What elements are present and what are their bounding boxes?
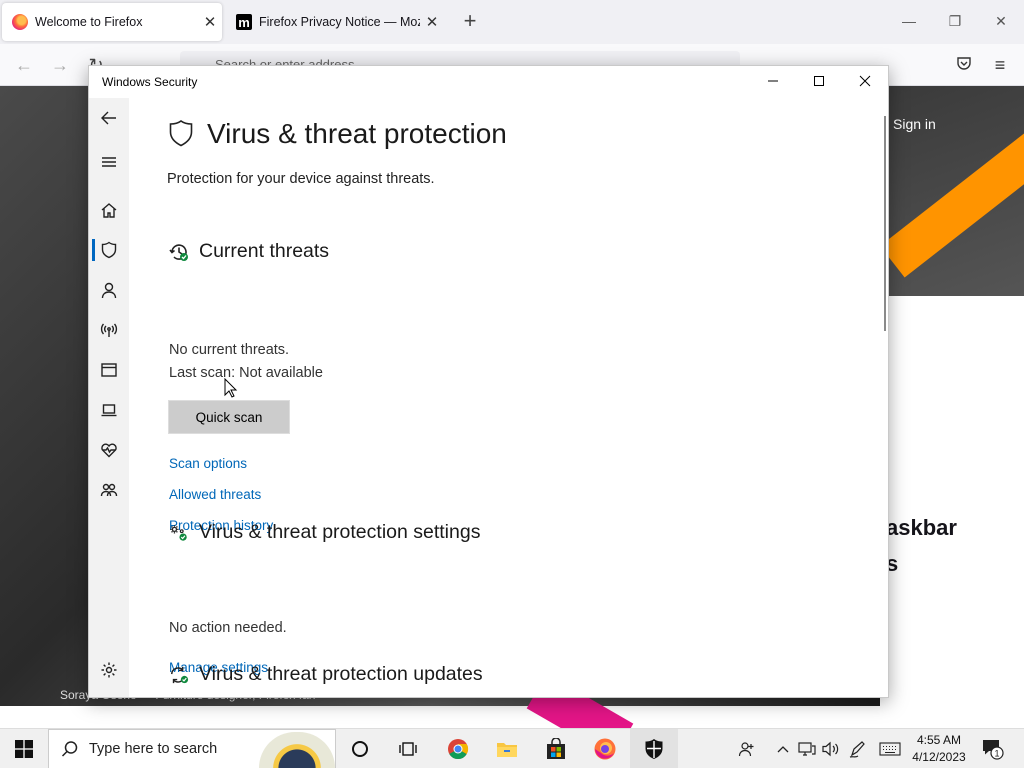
allowed-threats-link[interactable]: Allowed threats	[169, 487, 261, 502]
updates-header: Virus & threat protection updates	[169, 663, 483, 686]
shield-icon	[169, 119, 193, 147]
notification-count: 1	[994, 749, 999, 759]
taskbar: Type here to search 4:55 AM 4/12/2023 1	[0, 728, 1024, 768]
windows-security-window: Windows Security Virus & threat protecti…	[88, 65, 889, 698]
home-icon[interactable]	[89, 195, 129, 225]
mozilla-favicon-icon: m	[236, 14, 252, 30]
update-icon	[171, 666, 189, 683]
hero-headline-line: s	[886, 551, 899, 576]
navigation-sidebar	[89, 98, 129, 697]
back-icon[interactable]	[89, 103, 129, 133]
firefox-tab-bar: Welcome to Firefox ✕ m Firefox Privacy N…	[0, 0, 1024, 44]
clock-time: 4:55 AM	[916, 733, 962, 747]
settings-gears-icon	[170, 524, 187, 541]
start-button[interactable]	[0, 729, 48, 768]
tab-welcome-to-firefox[interactable]: Welcome to Firefox ✕	[2, 3, 222, 41]
close-window-icon[interactable]: ✕	[981, 8, 1021, 34]
family-icon[interactable]	[89, 475, 129, 505]
chevron-up-icon[interactable]	[773, 729, 793, 768]
minimize-icon[interactable]: —	[889, 8, 929, 34]
menu-icon[interactable]	[89, 147, 129, 177]
threat-status: No current threats.	[169, 342, 290, 358]
people-icon[interactable]	[733, 729, 761, 768]
last-scan-text: Last scan: Not available	[169, 365, 323, 381]
mouse-cursor-icon	[224, 378, 238, 398]
title-bar: Windows Security	[89, 66, 888, 98]
chrome-icon[interactable]	[434, 729, 482, 768]
close-tab-icon[interactable]: ✕	[198, 13, 222, 31]
new-tab-button[interactable]: +	[458, 8, 482, 34]
network-icon[interactable]	[89, 315, 129, 345]
firefox-favicon-icon	[12, 14, 28, 30]
health-icon[interactable]	[89, 435, 129, 465]
settings-status: No action needed.	[169, 620, 287, 636]
cortana-icon[interactable]	[336, 729, 384, 768]
taskbar-search[interactable]: Type here to search	[48, 729, 336, 768]
search-placeholder: Type here to search	[89, 741, 218, 757]
pen-workspace-icon[interactable]	[846, 729, 870, 768]
quick-scan-button[interactable]: Quick scan	[169, 401, 289, 433]
scan-history-icon	[169, 243, 188, 261]
account-icon[interactable]	[89, 275, 129, 305]
scan-options-link[interactable]: Scan options	[169, 456, 247, 471]
close-icon[interactable]	[842, 66, 888, 98]
windows-logo-icon	[15, 740, 33, 758]
firefox-icon[interactable]	[581, 729, 629, 768]
sign-in-link[interactable]: Sign in	[893, 116, 936, 132]
notifications-icon[interactable]: 1	[980, 737, 1004, 761]
task-view-icon[interactable]	[384, 729, 432, 768]
window-title: Windows Security	[102, 75, 198, 89]
settings-header: Virus & threat protection settings	[169, 521, 480, 544]
scrollbar[interactable]	[884, 116, 886, 331]
page-subtitle: Protection for your device against threa…	[167, 171, 435, 187]
clock[interactable]: 4:55 AM 4/12/2023	[906, 732, 972, 766]
device-security-icon[interactable]	[89, 395, 129, 425]
shield-icon[interactable]	[89, 235, 129, 265]
page-header: Virus & threat protection	[167, 118, 507, 150]
back-icon[interactable]: ←	[10, 52, 38, 78]
tab-title: Firefox Privacy Notice — Mozill	[259, 15, 420, 29]
current-threats-header: Current threats	[169, 240, 329, 263]
restore-icon[interactable]: ❐	[935, 8, 975, 34]
maximize-icon[interactable]	[796, 66, 842, 98]
windows-security-icon[interactable]	[630, 729, 678, 768]
hero-headline-line: askbar	[886, 515, 957, 540]
store-icon[interactable]	[532, 729, 580, 768]
volume-icon[interactable]	[820, 729, 840, 768]
minimize-icon[interactable]	[750, 66, 796, 98]
hero-headline: askbar s	[886, 510, 957, 582]
tab-privacy-notice[interactable]: m Firefox Privacy Notice — Mozill ✕	[230, 3, 444, 41]
forward-icon[interactable]: →	[46, 52, 74, 78]
search-icon	[61, 741, 78, 757]
keyboard-icon[interactable]	[876, 729, 904, 768]
tab-title: Welcome to Firefox	[35, 15, 143, 29]
close-tab-icon[interactable]: ✕	[420, 13, 444, 31]
app-browser-icon[interactable]	[89, 355, 129, 385]
search-highlight-image	[259, 732, 335, 768]
pocket-icon[interactable]	[950, 52, 978, 78]
page-title: Virus & threat protection	[207, 118, 507, 149]
section-title: Virus & threat protection settings	[199, 521, 481, 543]
settings-icon[interactable]	[89, 655, 129, 685]
file-explorer-icon[interactable]	[483, 729, 531, 768]
network-status-icon[interactable]	[795, 729, 819, 768]
app-menu-icon[interactable]: ≡	[986, 52, 1014, 78]
section-title: Current threats	[199, 240, 330, 262]
clock-date: 4/12/2023	[912, 750, 966, 764]
main-content: Virus & threat protection Protection for…	[167, 98, 867, 697]
section-title: Virus & threat protection updates	[199, 663, 483, 685]
